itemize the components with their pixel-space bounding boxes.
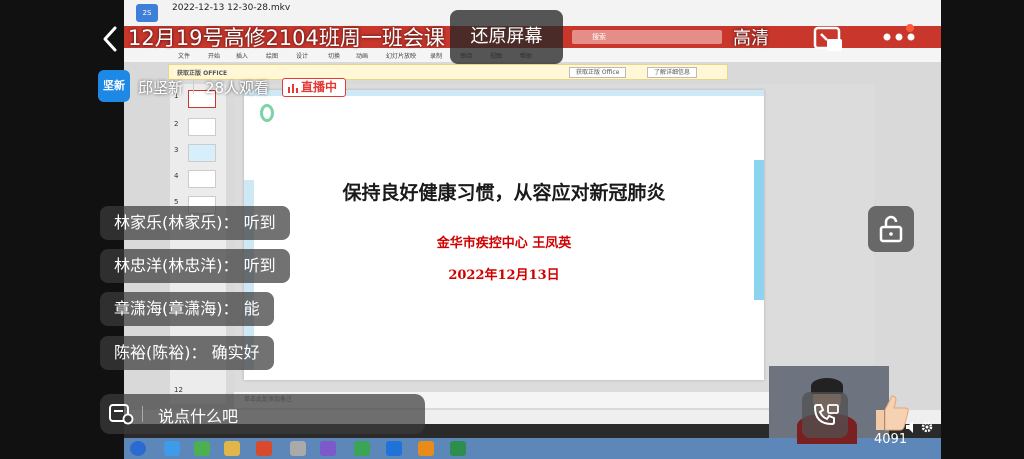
- restore-screen-button[interactable]: 还原屏幕: [450, 10, 563, 64]
- media-icon: [354, 441, 370, 456]
- slide-thumbnail: [188, 118, 216, 136]
- app-logo-icon: 2S: [136, 4, 158, 22]
- volume-icon: [906, 421, 913, 433]
- slide-thumbnail: [188, 144, 216, 162]
- ribbon-tab: 文件: [178, 53, 191, 60]
- ribbon-tab: 开始: [208, 53, 221, 60]
- app-icon: [224, 441, 240, 456]
- notification-dot: [906, 24, 914, 32]
- viewer-count: 28人观看: [205, 79, 270, 97]
- slide-logo-icon: [260, 104, 274, 122]
- app-icon: [194, 441, 210, 456]
- notice-title: 获取正版 OFFICE: [177, 70, 228, 77]
- ribbon-search: 搜索: [572, 30, 722, 44]
- back-icon[interactable]: [98, 22, 124, 56]
- slide-date: 2022年12月13日: [448, 268, 560, 283]
- ribbon-tab: 设计: [296, 53, 309, 60]
- comment-settings-icon[interactable]: [108, 403, 134, 425]
- ribbon-tab: 录制: [430, 53, 443, 60]
- file-title: 2022-12-13 12-30-28.mkv: [172, 3, 291, 13]
- more-options-icon[interactable]: [882, 30, 916, 44]
- comment-input[interactable]: 说点什么吧: [100, 394, 425, 434]
- slide-canvas: 保持良好健康习惯，从容应对新冠肺炎 金华市疾控中心 王凤英 2022年12月13…: [244, 90, 764, 380]
- picture-in-picture-icon[interactable]: [813, 25, 843, 53]
- chat-message: 林忠洋(林忠洋)： 听到: [100, 249, 290, 283]
- slide-title: 保持良好健康习惯，从容应对新冠肺炎: [342, 182, 666, 204]
- slide-number: 12: [174, 386, 183, 394]
- notice-button-learn-more: 了解详细信息: [647, 67, 698, 78]
- comment-placeholder: 说点什么吧: [158, 407, 239, 426]
- live-bars-icon: [288, 84, 298, 93]
- start-icon: [130, 441, 146, 456]
- ie-icon: [164, 441, 180, 456]
- live-badge: 直播中: [282, 78, 346, 97]
- host-avatar[interactable]: 坚新: [98, 70, 130, 102]
- notice-button-get-office: 获取正版 Office: [569, 67, 627, 78]
- app-icon: [256, 441, 272, 456]
- app-icon: [386, 441, 402, 456]
- ribbon-tab: 绘图: [266, 53, 279, 60]
- host-name: 邱坚新: [138, 79, 184, 97]
- divider: [142, 406, 143, 422]
- ribbon-tab: 动画: [356, 53, 369, 60]
- ribbon-tab: 插入: [236, 53, 249, 60]
- room-title: 12月19号高修2104班周一班会课: [128, 26, 445, 50]
- live-badge-label: 直播中: [301, 80, 338, 94]
- call-icon: [813, 404, 839, 426]
- chat-message: 陈裕(陈裕)： 确实好: [100, 336, 274, 370]
- app-icon: [418, 441, 434, 456]
- video-call-button[interactable]: [802, 392, 848, 438]
- chat-message: 章潇海(章潇海)： 能: [100, 292, 274, 326]
- divider: [193, 80, 194, 94]
- screen-lock-button[interactable]: [868, 206, 914, 252]
- slide-thumbnail: [188, 170, 216, 188]
- unlock-icon: [879, 215, 903, 243]
- app-icon: [320, 441, 336, 456]
- like-count: 4091: [874, 432, 908, 447]
- ribbon-tab: 切换: [328, 53, 341, 60]
- quality-selector[interactable]: 高清: [733, 24, 769, 50]
- excel-icon: [450, 441, 466, 456]
- app-icon: [290, 441, 306, 456]
- slide-number: 3: [174, 146, 179, 154]
- slide-number: 5: [174, 198, 179, 206]
- slide-number: 2: [174, 120, 179, 128]
- gear-icon: [921, 421, 933, 433]
- slide-number: 4: [174, 172, 179, 180]
- chat-message: 林家乐(林家乐)： 听到: [100, 206, 290, 240]
- slide-subtitle: 金华市疾控中心 王凤英: [436, 236, 572, 251]
- ribbon-tab: 幻灯片放映: [386, 53, 417, 60]
